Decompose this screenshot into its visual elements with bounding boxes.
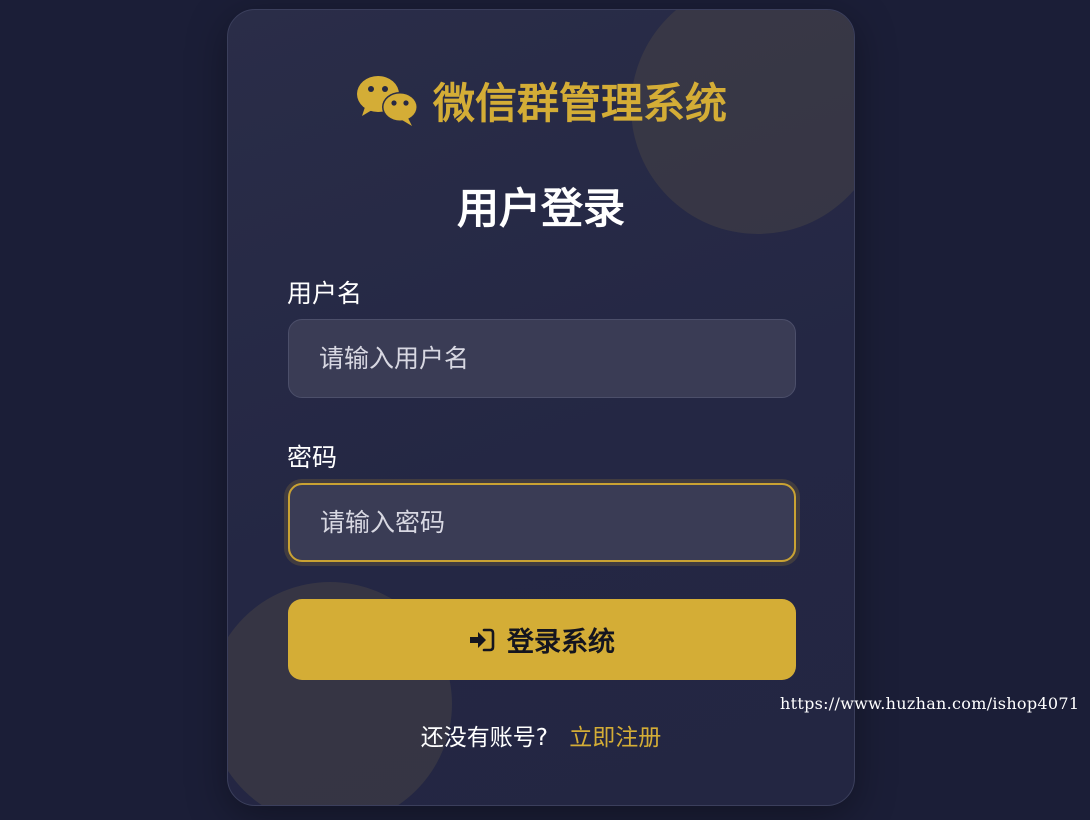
page-title: 用户登录: [456, 184, 625, 233]
wechat-icon: [355, 73, 419, 127]
login-button-label: 登录系统: [507, 627, 615, 658]
register-prompt: 还没有账号?: [420, 725, 548, 751]
login-card: 微信群管理系统 用户登录 用户名 密码 登录系统 还没有账号? 立即注册: [227, 9, 855, 806]
watermark-url: https://www.huzhan.com/ishop4071: [780, 694, 1080, 713]
brand-header: 微信群管理系统: [228, 70, 854, 130]
brand-title: 微信群管理系统: [432, 78, 727, 128]
username-input[interactable]: [288, 319, 796, 398]
password-label: 密码: [287, 443, 338, 472]
password-input[interactable]: [288, 483, 796, 562]
register-link[interactable]: 立即注册: [569, 725, 661, 751]
username-label: 用户名: [287, 279, 363, 308]
register-row: 还没有账号? 立即注册: [228, 718, 854, 752]
login-button[interactable]: 登录系统: [288, 599, 796, 680]
sign-in-icon: [469, 628, 495, 652]
